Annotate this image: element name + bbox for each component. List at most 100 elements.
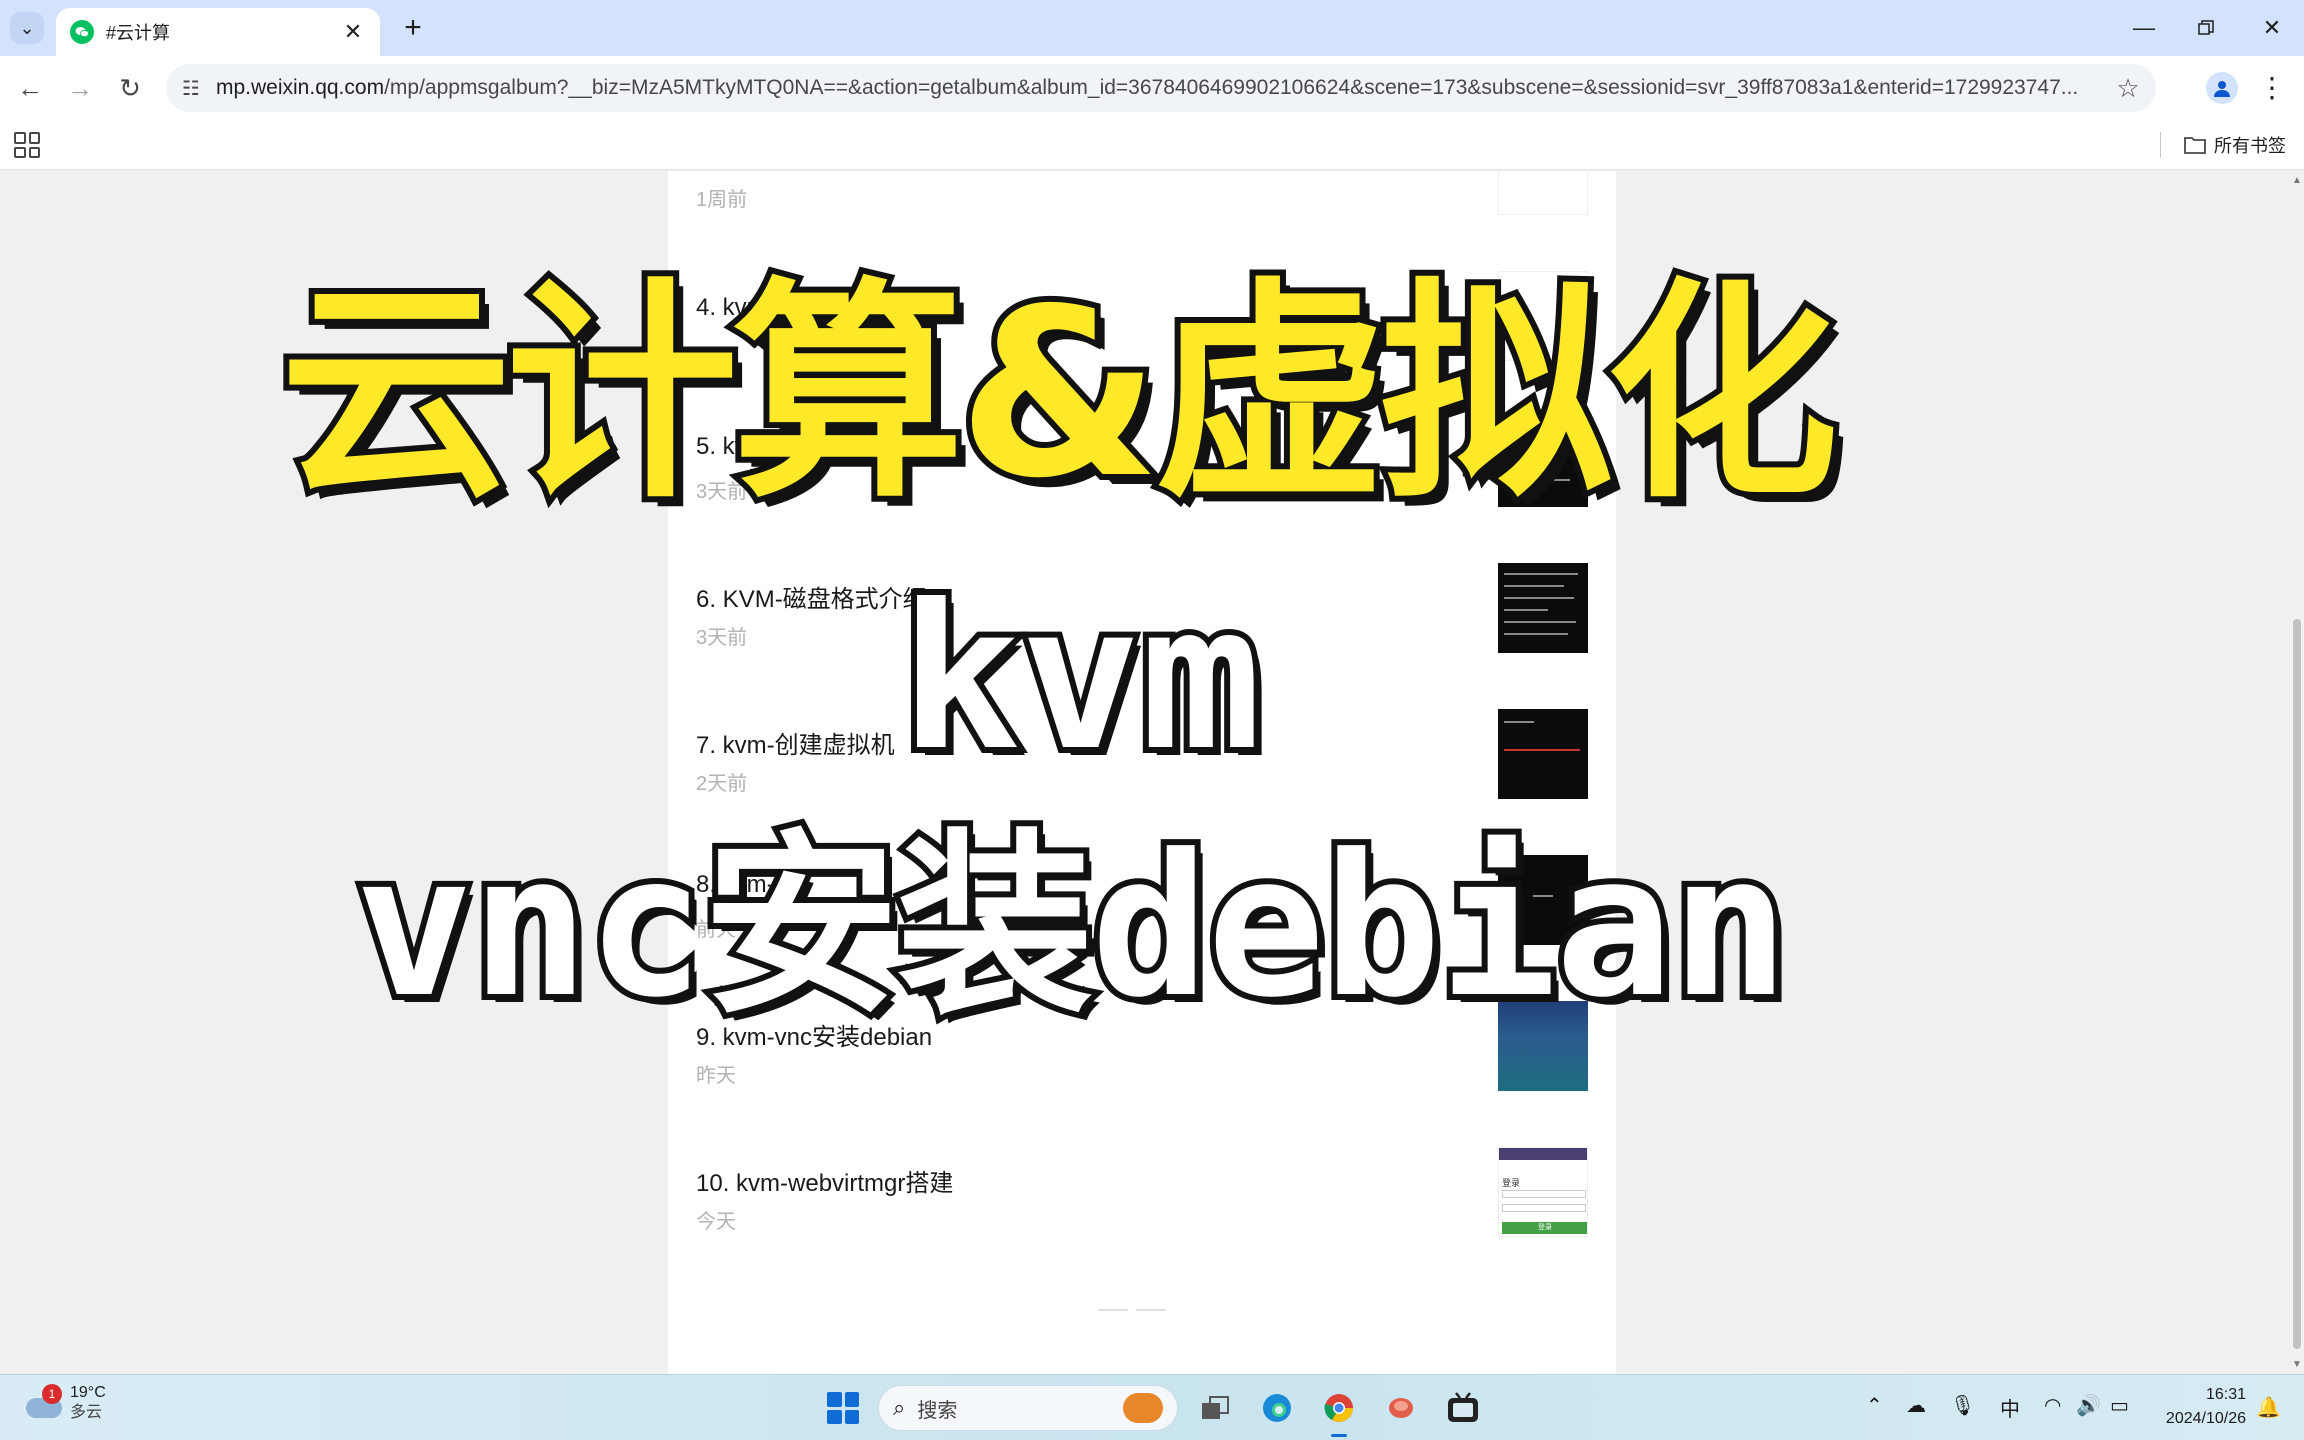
article-thumbnail bbox=[1498, 271, 1588, 361]
bell-icon[interactable]: 🔔 bbox=[2256, 1395, 2281, 1420]
search-placeholder: 搜索 bbox=[917, 1399, 958, 1422]
scroll-up-icon[interactable]: ▲ bbox=[2292, 175, 2302, 186]
list-item[interactable]: 8. kvm- 前天 bbox=[668, 845, 1616, 991]
cloud-sync-icon[interactable]: ☁ bbox=[1906, 1393, 1926, 1418]
person-icon bbox=[2214, 81, 2230, 97]
article-title: 7. kvm-创建虚拟机 bbox=[696, 732, 895, 759]
active-tab[interactable]: #云计算 ✕ bbox=[56, 8, 380, 56]
list-item[interactable]: 10. kvm-webvirtmgr搭建 今天 登录 登录 bbox=[668, 1137, 1616, 1283]
article-time: 今天 bbox=[696, 1211, 736, 1233]
clock[interactable]: 16:31 2024/10/26 bbox=[2150, 1383, 2246, 1431]
list-item[interactable]: 9. kvm-vnc安装debian 昨天 bbox=[668, 991, 1616, 1137]
page-scrollbar[interactable]: ▲ ▼ bbox=[2290, 171, 2304, 1374]
task-view-button[interactable] bbox=[1194, 1387, 1236, 1429]
arrow-right-icon: → bbox=[67, 72, 93, 103]
article-title: 10. kvm-webvirtmgr搭建 bbox=[696, 1170, 954, 1197]
back-button[interactable]: ← bbox=[12, 70, 48, 106]
url-host: mp.weixin.qq.com bbox=[216, 76, 385, 99]
thumb-login-button: 登录 bbox=[1502, 1222, 1587, 1234]
battery-icon[interactable]: ▭ bbox=[2110, 1393, 2129, 1418]
article-thumbnail bbox=[1498, 1001, 1588, 1091]
list-item[interactable]: 6. KVM-磁盘格式介绍 3天前 bbox=[668, 553, 1616, 699]
app-button[interactable] bbox=[1380, 1387, 1422, 1429]
all-bookmarks-button[interactable]: 所有书签 bbox=[2184, 130, 2286, 160]
scroll-down-icon[interactable]: ▼ bbox=[2292, 1359, 2302, 1370]
cloud-icon: 1 bbox=[26, 1384, 62, 1418]
tab-title: #云计算 bbox=[106, 23, 171, 43]
taskbar: 1 19°C 多云 ⌕ 搜索 ⌃ ☁ 🎙 中 ◠ 🔊 ▭ 16:31 2024/… bbox=[0, 1374, 2304, 1440]
article-time: 3天前 bbox=[696, 627, 748, 649]
article-thumbnail bbox=[1498, 563, 1588, 653]
all-bookmarks-label: 所有书签 bbox=[2214, 136, 2286, 156]
article-time: 3天前 bbox=[696, 481, 748, 503]
list-item[interactable]: 4. kvm-网络 bbox=[668, 261, 1616, 407]
arrow-left-icon: ← bbox=[17, 72, 43, 103]
minimize-button[interactable]: — bbox=[2116, 10, 2172, 46]
edge-button[interactable] bbox=[1256, 1387, 1298, 1429]
article-thumbnail bbox=[1498, 417, 1588, 507]
url-text[interactable]: mp.weixin.qq.com/mp/appmsgalbum?__biz=Mz… bbox=[216, 76, 2100, 100]
weather-widget[interactable]: 1 19°C 多云 bbox=[26, 1383, 106, 1423]
article-thumbnail bbox=[1498, 709, 1588, 799]
article-thumbnail bbox=[1498, 171, 1588, 215]
windows-icon bbox=[827, 1392, 859, 1424]
chrome-button[interactable] bbox=[1318, 1387, 1360, 1437]
taskbar-search[interactable]: ⌕ 搜索 bbox=[878, 1385, 1178, 1431]
page-viewport: 1周前 4. kvm-网络 5. kvm-t 3天前 6. KVM-磁盘格式介绍… bbox=[0, 171, 2290, 1374]
chevron-down-icon: ⌄ bbox=[19, 17, 35, 38]
loading-indicator bbox=[1098, 1309, 1166, 1311]
more-vertical-icon[interactable]: ⋮ bbox=[2256, 68, 2288, 108]
article-time: 前天 bbox=[696, 919, 736, 941]
wifi-icon[interactable]: ◠ bbox=[2044, 1393, 2061, 1418]
grid-icon[interactable] bbox=[14, 132, 40, 158]
volume-icon[interactable]: 🔊 bbox=[2076, 1393, 2101, 1418]
ime-indicator[interactable]: 中 bbox=[2000, 1393, 2020, 1422]
article-title: 6. KVM-磁盘格式介绍 bbox=[696, 586, 927, 613]
new-tab-button[interactable]: + bbox=[396, 12, 430, 46]
article-time: 2天前 bbox=[696, 773, 748, 795]
close-icon[interactable]: ✕ bbox=[340, 19, 366, 45]
app-icon bbox=[1389, 1398, 1413, 1418]
list-item[interactable]: 1周前 bbox=[668, 171, 1616, 261]
clock-date: 2024/10/26 bbox=[2165, 1410, 2246, 1427]
restore-icon bbox=[2198, 20, 2214, 35]
edge-icon bbox=[1263, 1394, 1291, 1422]
article-title: 5. kvm-t bbox=[696, 433, 782, 460]
tune-icon[interactable]: ☷ bbox=[166, 64, 216, 112]
chrome-icon bbox=[1324, 1394, 1353, 1422]
reload-icon: ↻ bbox=[119, 72, 141, 103]
article-time: 昨天 bbox=[696, 1065, 736, 1087]
bookmarks-bar: 所有书签 bbox=[0, 120, 2304, 170]
notification-badge: 1 bbox=[42, 1384, 62, 1404]
task-view-icon bbox=[1202, 1396, 1229, 1419]
toolbar: ← → ↻ ☷ mp.weixin.qq.com/mp/appmsgalbum?… bbox=[0, 56, 2304, 120]
search-icon: ⌕ bbox=[893, 1395, 906, 1420]
address-bar[interactable]: ☷ mp.weixin.qq.com/mp/appmsgalbum?__biz=… bbox=[166, 64, 2156, 112]
tab-search-button[interactable]: ⌄ bbox=[10, 12, 44, 44]
clock-time: 16:31 bbox=[2205, 1386, 2246, 1403]
url-path: /mp/appmsgalbum?__biz=MzA5MTkyMTQ0NA==&a… bbox=[384, 76, 2079, 99]
article-title: 8. kvm- bbox=[696, 871, 775, 898]
folder-icon bbox=[2184, 137, 2206, 154]
weather-temp: 19°C bbox=[70, 1384, 106, 1401]
start-button[interactable] bbox=[822, 1387, 864, 1429]
bilibili-button[interactable] bbox=[1442, 1387, 1484, 1429]
star-icon[interactable]: ☆ bbox=[2100, 73, 2156, 104]
article-title: 4. kvm-网络 bbox=[696, 294, 823, 321]
chevron-up-icon[interactable]: ⌃ bbox=[1866, 1393, 1883, 1418]
weather-desc: 多云 bbox=[70, 1404, 103, 1421]
list-item[interactable]: 7. kvm-创建虚拟机 2天前 bbox=[668, 699, 1616, 845]
forward-button[interactable]: → bbox=[62, 70, 98, 106]
restore-button[interactable] bbox=[2178, 10, 2234, 46]
thumb-login-label: 登录 bbox=[1502, 1178, 1521, 1188]
close-window-button[interactable]: ✕ bbox=[2244, 10, 2300, 46]
article-thumbnail: 登录 登录 bbox=[1498, 1147, 1588, 1237]
bilibili-icon bbox=[1448, 1392, 1478, 1422]
album-article-list: 1周前 4. kvm-网络 5. kvm-t 3天前 6. KVM-磁盘格式介绍… bbox=[668, 171, 1616, 1374]
search-highlight-icon bbox=[1123, 1393, 1163, 1423]
list-item[interactable]: 5. kvm-t 3天前 bbox=[668, 407, 1616, 553]
microphone-icon[interactable]: 🎙 bbox=[1950, 1393, 1975, 1418]
profile-button[interactable] bbox=[2206, 72, 2238, 104]
scrollbar-thumb[interactable] bbox=[2293, 619, 2301, 1349]
reload-button[interactable]: ↻ bbox=[112, 70, 148, 106]
